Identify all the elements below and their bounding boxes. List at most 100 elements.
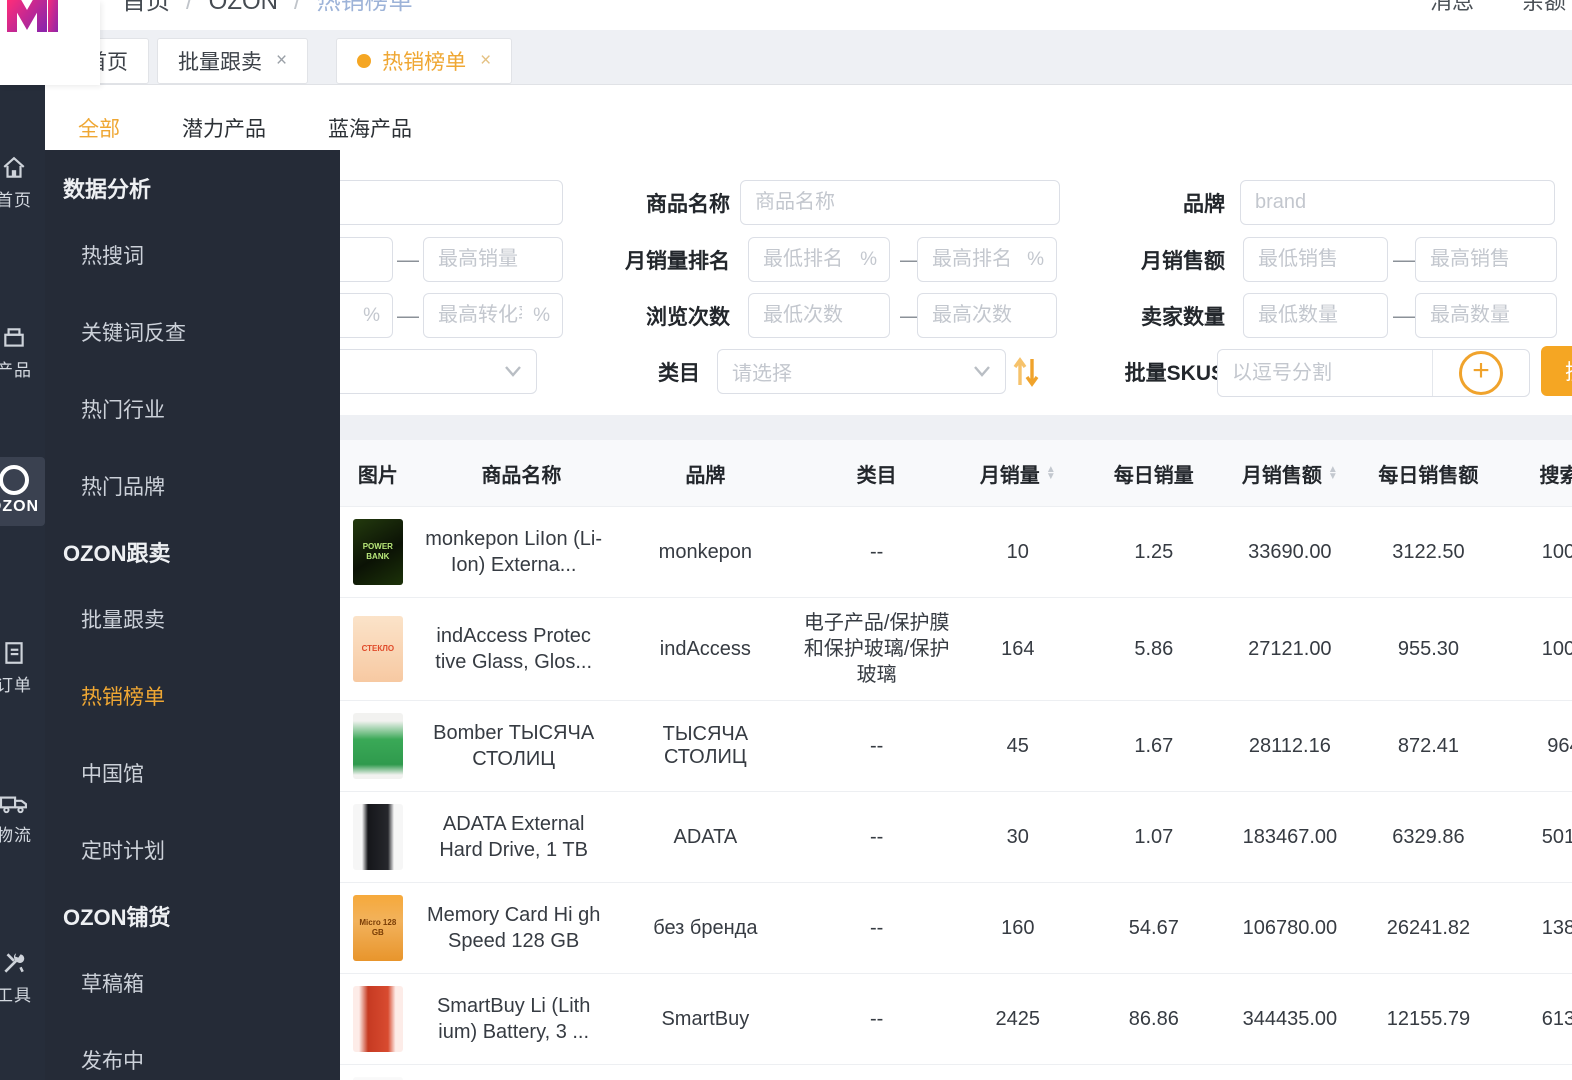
sku-field[interactable]: + xyxy=(1217,349,1530,397)
product-name[interactable]: Memory Card Hi gh Speed 128 GB xyxy=(425,902,603,954)
sort-direction-icon[interactable] xyxy=(1011,355,1041,394)
sku-input[interactable] xyxy=(1218,350,1432,396)
rail-item-首页[interactable]: 首页 xyxy=(0,155,45,211)
menu-item-批量跟卖[interactable]: 批量跟卖 xyxy=(45,580,340,657)
menu-item-关键词反查[interactable]: 关键词反查 xyxy=(45,293,340,370)
product-name-cell[interactable]: ADATA External Hard Drive, 1 TB xyxy=(420,791,623,883)
subtab-全部[interactable]: 全部 xyxy=(78,113,120,143)
menu-item-热门行业[interactable]: 热门行业 xyxy=(45,370,340,447)
product-image[interactable]: POWER BANK xyxy=(352,519,403,585)
revenue-min-field[interactable] xyxy=(1243,237,1388,282)
product-image-cell[interactable] xyxy=(335,973,421,1065)
views-max-input[interactable] xyxy=(917,293,1057,338)
brand-field[interactable] xyxy=(1240,180,1555,225)
revenue-max-input[interactable] xyxy=(1415,237,1557,282)
product-image-cell[interactable]: Micro 128 GB xyxy=(335,882,421,974)
product-image-cell[interactable]: ПЛАНШЕТ xyxy=(335,1064,421,1080)
sellers-min-field[interactable] xyxy=(1243,293,1388,338)
product-name-cell[interactable]: indAccess Protec tive Glass, Glos... xyxy=(420,597,623,701)
sort-caret-icon[interactable]: ▲ ▼ xyxy=(1328,465,1338,482)
rail-item-产品[interactable]: 产品 xyxy=(0,325,45,381)
views-min-input[interactable] xyxy=(748,293,890,338)
menu-item-热搜词[interactable]: 热搜词 xyxy=(45,216,340,293)
views-min-field[interactable] xyxy=(748,293,890,338)
rail-item-订单[interactable]: 订单 xyxy=(0,640,45,696)
table-row[interactable]: ПЛАНШЕТWimiona Tablet, 10.1", 1024 GBWim… xyxy=(335,1064,1572,1080)
product-name-cell[interactable]: Memory Card Hi gh Speed 128 GB xyxy=(420,882,623,974)
rail-item-工具[interactable]: 工具 xyxy=(0,950,45,1006)
top-link[interactable]: 消息 xyxy=(1430,0,1474,19)
product-image-cell[interactable]: POWER BANK xyxy=(335,506,421,598)
product-name-input[interactable] xyxy=(740,180,1060,225)
sellers-max-field[interactable] xyxy=(1415,293,1557,338)
product-name[interactable]: indAccess Protec tive Glass, Glos... xyxy=(425,623,603,675)
menu-item-草稿箱[interactable]: 草稿箱 xyxy=(45,944,340,1021)
category-select[interactable]: 请选择 xyxy=(717,349,1006,394)
product-image[interactable] xyxy=(352,986,403,1052)
menu-item-热门品牌[interactable]: 热门品牌 xyxy=(45,447,340,524)
chevron-down-icon xyxy=(504,360,522,383)
product-name-cell[interactable]: monkepon LiIon (Li-Ion) Externa... xyxy=(420,506,623,598)
product-image[interactable]: Micro 128 GB xyxy=(352,895,403,961)
revenue-min-input[interactable] xyxy=(1243,237,1388,282)
column-header-月销量[interactable]: 月销量 ▲ ▼ xyxy=(965,440,1071,507)
product-name[interactable]: monkepon LiIon (Li-Ion) Externa... xyxy=(425,526,603,578)
column-header-月销售额[interactable]: 月销售额 ▲ ▼ xyxy=(1237,440,1343,507)
rank-max-field[interactable]: % xyxy=(917,237,1057,282)
subtab-潜力产品[interactable]: 潜力产品 xyxy=(182,113,266,143)
search-button[interactable]: 搜索 xyxy=(1541,346,1572,396)
table-row[interactable]: SmartBuy Li (Lith ium) Battery, 3 ... Sma… xyxy=(335,973,1572,1065)
close-icon[interactable]: × xyxy=(480,50,491,72)
product-name-cell[interactable]: Bomber ТЫСЯЧА СТОЛИЦ xyxy=(420,700,623,792)
sellers-min-input[interactable] xyxy=(1243,293,1388,338)
product-name[interactable]: ADATA External Hard Drive, 1 TB xyxy=(425,811,603,863)
table-row[interactable]: СТЕКЛО indAccess Protec tive Glass, Glos.… xyxy=(335,597,1572,701)
menu-item-热销榜单[interactable]: 热销榜单 xyxy=(45,657,340,734)
brand-label: 品牌 xyxy=(1183,192,1225,216)
product-image[interactable]: СТЕКЛО xyxy=(352,616,403,682)
product-name-field[interactable] xyxy=(740,180,1060,225)
breadcrumb-item[interactable]: OZON xyxy=(209,0,278,19)
breadcrumb-item[interactable]: 热销榜单 xyxy=(317,0,413,19)
tab-热销榜单[interactable]: 热销榜单 × xyxy=(336,38,513,84)
search-volume-cell: 10070 xyxy=(1514,597,1572,701)
revenue-max-field[interactable] xyxy=(1415,237,1557,282)
brand-cell: без бренда xyxy=(622,882,789,974)
table-row[interactable]: Micro 128 GB Memory Card Hi gh Speed 128 … xyxy=(335,882,1572,974)
column-header-label: 月销量 xyxy=(979,464,1040,487)
table-row[interactable]: POWER BANK monkepon LiIon (Li-Ion) Extern… xyxy=(335,506,1572,598)
sales-max-field[interactable] xyxy=(423,237,563,282)
rail-item-物流[interactable]: 物流 xyxy=(0,790,45,846)
views-max-field[interactable] xyxy=(917,293,1057,338)
sales-max-input[interactable] xyxy=(423,237,563,282)
menu-item-中国馆[interactable]: 中国馆 xyxy=(45,734,340,811)
brand-input[interactable] xyxy=(1240,180,1555,225)
product-name-cell[interactable]: SmartBuy Li (Lith ium) Battery, 3 ... xyxy=(420,973,623,1065)
rank-min-field[interactable]: % xyxy=(748,237,890,282)
product-image[interactable] xyxy=(352,713,403,779)
rail-item-OZON[interactable]: OZON xyxy=(0,457,45,526)
product-image[interactable] xyxy=(352,804,403,870)
product-image-cell[interactable] xyxy=(335,700,421,792)
table-row[interactable]: ADATA External Hard Drive, 1 TB ADATA -- 30… xyxy=(335,791,1572,883)
column-header-品牌: 品牌 xyxy=(622,440,788,507)
conversion-max-field[interactable]: % xyxy=(423,293,563,338)
range-dash: — xyxy=(397,303,419,328)
subtab-蓝海产品[interactable]: 蓝海产品 xyxy=(328,113,412,143)
app-logo[interactable] xyxy=(0,0,100,85)
top-link[interactable]: 余额 xyxy=(1522,0,1566,19)
menu-item-定时计划[interactable]: 定时计划 xyxy=(45,811,340,888)
product-image-cell[interactable] xyxy=(335,791,421,883)
product-name[interactable]: SmartBuy Li (Lith ium) Battery, 3 ... xyxy=(425,993,603,1045)
product-name-cell[interactable]: Wimiona Tablet, 10.1", 1024 GB xyxy=(420,1064,623,1080)
breadcrumb-item[interactable]: 首页 xyxy=(122,0,170,19)
close-icon[interactable]: × xyxy=(276,50,287,72)
sellers-max-input[interactable] xyxy=(1415,293,1557,338)
sort-caret-icon[interactable]: ▲ ▼ xyxy=(1046,465,1056,482)
product-name[interactable]: Bomber ТЫСЯЧА СТОЛИЦ xyxy=(425,720,603,772)
product-image-cell[interactable]: СТЕКЛО xyxy=(335,597,421,701)
menu-item-发布中[interactable]: 发布中 xyxy=(45,1021,340,1080)
table-row[interactable]: Bomber ТЫСЯЧА СТОЛИЦ ТЫСЯЧА СТОЛИЦ -- 45 1.6… xyxy=(335,700,1572,792)
tab-批量跟卖[interactable]: 批量跟卖 × xyxy=(157,38,309,84)
add-sku-button[interactable]: + xyxy=(1432,350,1529,396)
